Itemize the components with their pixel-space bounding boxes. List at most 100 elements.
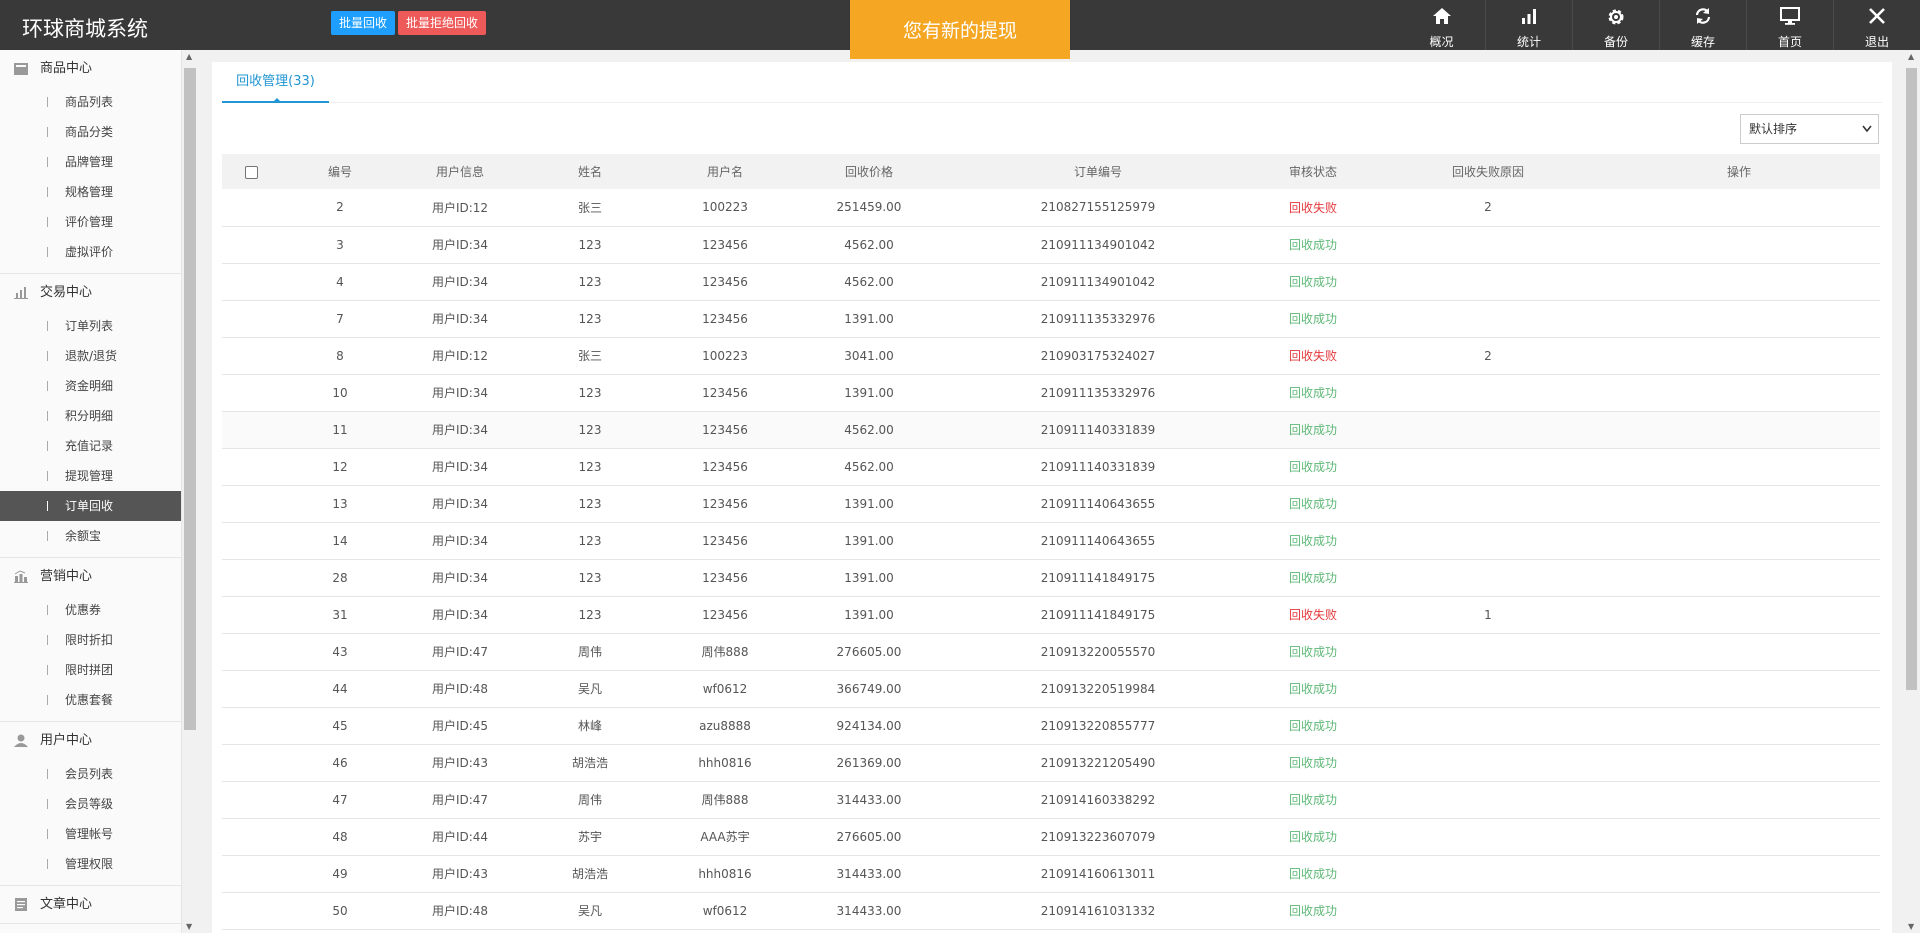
- sidebar-item-refund[interactable]: 退款/退货: [0, 341, 181, 371]
- cell-actions[interactable]: [1598, 855, 1880, 893]
- sidebar-group-title[interactable]: 交易中心: [0, 274, 181, 311]
- cell-fail-reason: [1378, 670, 1598, 708]
- main-scrollbar[interactable]: ▲ ▼: [1903, 50, 1920, 933]
- sidebar-item-brand[interactable]: 品牌管理: [0, 147, 181, 177]
- cell-actions[interactable]: [1598, 670, 1880, 708]
- sidebar-scroll-thumb[interactable]: [184, 68, 196, 730]
- scroll-up-arrow-icon[interactable]: ▲: [1908, 52, 1914, 61]
- cell-username: 周伟888: [660, 633, 790, 671]
- cell-actions[interactable]: [1598, 411, 1880, 449]
- sidebar-group-title[interactable]: 文章中心: [0, 886, 181, 923]
- cell-actions[interactable]: [1598, 559, 1880, 597]
- cell-username: 100223: [660, 337, 790, 375]
- sidebar-item-flash-discount[interactable]: 限时折扣: [0, 625, 181, 655]
- cell-id: 3: [280, 226, 400, 264]
- cell-actions[interactable]: [1598, 707, 1880, 745]
- cell-actions[interactable]: [1598, 226, 1880, 264]
- close-icon: [1869, 8, 1885, 24]
- cell-username: 123456: [660, 374, 790, 412]
- sidebar-item-coupon[interactable]: 优惠券: [0, 595, 181, 625]
- cell-actions[interactable]: [1598, 189, 1880, 227]
- sidebar-item-withdraw[interactable]: 提现管理: [0, 461, 181, 491]
- batch-reject-button[interactable]: 批量拒绝回收: [398, 11, 486, 35]
- sort-select[interactable]: 默认排序: [1740, 114, 1879, 144]
- sidebar-item-member-level[interactable]: 会员等级: [0, 789, 181, 819]
- main-scroll-thumb[interactable]: [1906, 68, 1917, 690]
- nav-logout[interactable]: 退出: [1833, 0, 1920, 50]
- cell-id: 28: [280, 559, 400, 597]
- cell-status: 回收成功: [1248, 855, 1378, 893]
- sidebar-group-title[interactable]: 营销中心: [0, 558, 181, 595]
- sidebar-item-goods-category[interactable]: 商品分类: [0, 117, 181, 147]
- scroll-down-arrow-icon[interactable]: ▼: [1908, 922, 1914, 931]
- tab-recycle-management[interactable]: 回收管理(33): [222, 70, 329, 103]
- sidebar-item-permissions[interactable]: 管理权限: [0, 849, 181, 879]
- sidebar-item-yuebao[interactable]: 余额宝: [0, 521, 181, 551]
- sidebar-item-orders[interactable]: 订单列表: [0, 311, 181, 341]
- sidebar-group-user: 用户中心 会员列表 会员等级 管理帐号 管理权限: [0, 722, 181, 886]
- sidebar-item-group-buy[interactable]: 限时拼团: [0, 655, 181, 685]
- cell-order-no: 210911134901042: [948, 263, 1248, 301]
- sidebar-item-members[interactable]: 会员列表: [0, 759, 181, 789]
- sidebar-item-package[interactable]: 优惠套餐: [0, 685, 181, 715]
- cell-name: 苏宇: [520, 818, 660, 856]
- cell-price: 314433.00: [790, 781, 948, 819]
- cell-actions[interactable]: [1598, 300, 1880, 338]
- sidebar-item-review[interactable]: 评价管理: [0, 207, 181, 237]
- cell-id: 46: [280, 744, 400, 782]
- sidebar-item-recharge[interactable]: 充值记录: [0, 431, 181, 461]
- sidebar-group-article: 文章中心: [0, 886, 181, 924]
- table-row: 11 用户ID:34 123 123456 4562.00 210911140331839…: [222, 411, 1880, 449]
- sidebar-scrollbar[interactable]: ▲ ▼: [182, 50, 198, 933]
- nav-home[interactable]: 首页: [1746, 0, 1833, 50]
- table-row: 45 用户ID:45 林峰 azu8888 924134.00 2109132208557…: [222, 707, 1880, 745]
- table-row: 44 用户ID:48 吴凡 wf0612 366749.00 21091322051998…: [222, 670, 1880, 708]
- cell-name: 123: [520, 596, 660, 634]
- sidebar-item-goods-list[interactable]: 商品列表: [0, 87, 181, 117]
- cell-id: 13: [280, 485, 400, 523]
- withdraw-notice[interactable]: 您有新的提现: [850, 0, 1070, 59]
- cell-user-info: 用户ID:34: [400, 374, 520, 412]
- scroll-up-arrow-icon[interactable]: ▲: [186, 52, 192, 61]
- cell-actions[interactable]: [1598, 485, 1880, 523]
- header-select-all[interactable]: [222, 154, 280, 189]
- cell-actions[interactable]: [1598, 522, 1880, 560]
- nav-backup[interactable]: 备份: [1572, 0, 1659, 50]
- nav-overview[interactable]: 概况: [1398, 0, 1485, 50]
- cell-name: 张三: [520, 337, 660, 375]
- cell-actions[interactable]: [1598, 633, 1880, 671]
- scroll-down-arrow-icon[interactable]: ▼: [186, 922, 192, 931]
- cell-select: [222, 448, 280, 486]
- chevron-down-icon: [1862, 125, 1872, 133]
- cell-actions[interactable]: [1598, 818, 1880, 856]
- select-all-checkbox[interactable]: [244, 165, 258, 179]
- cell-actions[interactable]: [1598, 596, 1880, 634]
- sidebar-group-title[interactable]: 商品中心: [0, 50, 181, 87]
- cell-actions[interactable]: [1598, 337, 1880, 375]
- cell-actions[interactable]: [1598, 892, 1880, 930]
- cell-actions[interactable]: [1598, 448, 1880, 486]
- cell-price: 4562.00: [790, 448, 948, 486]
- sidebar-item-spec[interactable]: 规格管理: [0, 177, 181, 207]
- sidebar-group-label: 文章中心: [40, 897, 93, 912]
- table-row: 12 用户ID:34 123 123456 4562.00 210911140331839…: [222, 448, 1880, 486]
- cell-actions[interactable]: [1598, 781, 1880, 819]
- sidebar-item-admin-accounts[interactable]: 管理帐号: [0, 819, 181, 849]
- cell-status: 回收失败: [1248, 596, 1378, 634]
- cell-id: 50: [280, 892, 400, 930]
- cell-username: hhh0816: [660, 855, 790, 893]
- sidebar-item-virtual-review[interactable]: 虚拟评价: [0, 237, 181, 267]
- sidebar-item-funds[interactable]: 资金明细: [0, 371, 181, 401]
- sidebar-item-points[interactable]: 积分明细: [0, 401, 181, 431]
- cell-actions[interactable]: [1598, 263, 1880, 301]
- batch-recycle-button[interactable]: 批量回收: [331, 11, 395, 35]
- sidebar-group-title[interactable]: 用户中心: [0, 722, 181, 759]
- nav-cache[interactable]: 缓存: [1659, 0, 1746, 50]
- cell-actions[interactable]: [1598, 744, 1880, 782]
- cell-price: 1391.00: [790, 559, 948, 597]
- nav-stats[interactable]: 统计: [1485, 0, 1572, 50]
- sidebar-item-order-recycle[interactable]: 订单回收: [0, 491, 181, 521]
- cell-select: [222, 189, 280, 227]
- cell-username: wf0612: [660, 892, 790, 930]
- cell-actions[interactable]: [1598, 374, 1880, 412]
